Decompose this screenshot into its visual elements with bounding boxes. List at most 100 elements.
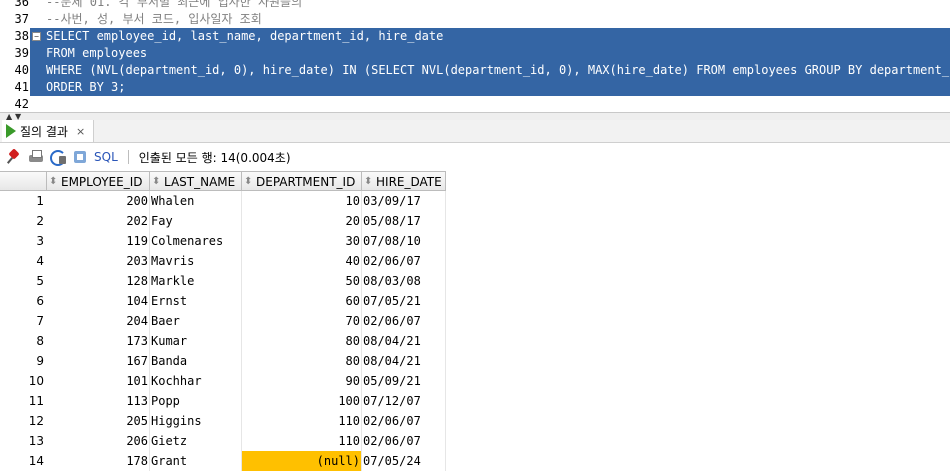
table-row[interactable]: 7 204 Baer 70 02/06/07 [0,311,950,331]
cell-hire-date[interactable]: 07/12/07 [362,391,445,411]
cell-employee-id[interactable]: 202 [46,211,149,231]
table-row[interactable]: 10 101 Kochhar 90 05/09/21 [0,371,950,391]
row-number: 6 [0,291,44,311]
row-number: 8 [0,331,44,351]
line-number: 41 [14,80,29,94]
cell-department-id[interactable]: 80 [242,351,361,371]
code-line[interactable]: 36 --문제 01. 각 부서별 최근에 입사한 사원들의 [0,0,950,11]
code-line[interactable]: 39 FROM employees [0,45,950,62]
cell-hire-date[interactable]: 05/09/21 [362,371,445,391]
table-row[interactable]: 13 206 Gietz 110 02/06/07 [0,431,950,451]
cell-department-id[interactable]: 100 [242,391,361,411]
splitter-down-arrow-icon[interactable]: ▼ [15,113,21,121]
close-icon[interactable]: × [76,125,85,138]
code-line[interactable]: 40 WHERE (NVL(department_id, 0), hire_dat… [0,62,950,79]
cell-department-id[interactable]: (null) [242,451,361,471]
table-row[interactable]: 12 205 Higgins 110 02/06/07 [0,411,950,431]
cell-employee-id[interactable]: 101 [46,371,149,391]
cell-employee-id[interactable]: 200 [46,191,149,211]
results-tab-bar: 질의 결과 × [0,120,950,143]
cell-last-name[interactable]: Grant [150,451,242,471]
cell-hire-date[interactable]: 05/08/17 [362,211,445,231]
cell-employee-id[interactable]: 113 [46,391,149,411]
cell-employee-id[interactable]: 206 [46,431,149,451]
table-row[interactable]: 8 173 Kumar 80 08/04/21 [0,331,950,351]
cell-last-name[interactable]: Ernst [150,291,242,311]
cell-hire-date[interactable]: 08/03/08 [362,271,445,291]
cell-employee-id[interactable]: 203 [46,251,149,271]
cell-last-name[interactable]: Banda [150,351,242,371]
table-row[interactable]: 3 119 Colmenares 30 07/08/10 [0,231,950,251]
cell-employee-id[interactable]: 173 [46,331,149,351]
cell-last-name[interactable]: Fay [150,211,242,231]
table-row[interactable]: 2 202 Fay 20 05/08/17 [0,211,950,231]
table-row[interactable]: 6 104 Ernst 60 07/05/21 [0,291,950,311]
table-row[interactable]: 9 167 Banda 80 08/04/21 [0,351,950,371]
cell-hire-date[interactable]: 02/06/07 [362,311,445,331]
cell-hire-date[interactable]: 07/05/24 [362,451,445,471]
cell-last-name[interactable]: Baer [150,311,242,331]
table-row[interactable]: 1 200 Whalen 10 03/09/17 [0,191,950,211]
cell-last-name[interactable]: Gietz [150,431,242,451]
cell-department-id[interactable]: 20 [242,211,361,231]
cell-last-name[interactable]: Kochhar [150,371,242,391]
code-line[interactable]: 42 [0,96,950,113]
splitter-up-arrow-icon[interactable]: ▲ [6,113,12,121]
column-header-hire-date[interactable]: HIRE_DATE [362,171,446,192]
cell-department-id[interactable]: 40 [242,251,361,271]
row-number: 4 [0,251,44,271]
cell-department-id[interactable]: 10 [242,191,361,211]
cell-hire-date[interactable]: 02/06/07 [362,251,445,271]
column-header-employee-id[interactable]: EMPLOYEE_ID [46,171,150,192]
code-line[interactable]: 37 --사번, 성, 부서 코드, 입사일자 조회 [0,11,950,28]
cell-hire-date[interactable]: 02/06/07 [362,431,445,451]
cell-last-name[interactable]: Whalen [150,191,242,211]
sql-editor[interactable]: 36 --문제 01. 각 부서별 최근에 입사한 사원들의 37 --사번, 성, … [0,0,950,113]
pin-icon[interactable] [6,149,22,165]
cell-last-name[interactable]: Kumar [150,331,242,351]
cell-employee-id[interactable]: 119 [46,231,149,251]
table-row[interactable]: 14 178 Grant (null) 07/05/24 [0,451,950,471]
cell-last-name[interactable]: Higgins [150,411,242,431]
export-icon[interactable] [72,149,88,165]
table-row[interactable]: 4 203 Mavris 40 02/06/07 [0,251,950,271]
fold-toggle-icon[interactable]: − [32,32,41,41]
cell-department-id[interactable]: 30 [242,231,361,251]
cell-department-id[interactable]: 90 [242,371,361,391]
code-text: ORDER BY 3; [46,80,126,94]
cell-employee-id[interactable]: 205 [46,411,149,431]
cell-employee-id[interactable]: 167 [46,351,149,371]
cell-department-id[interactable]: 80 [242,331,361,351]
print-icon[interactable] [28,149,44,165]
cell-department-id[interactable]: 110 [242,411,361,431]
cell-hire-date[interactable]: 02/06/07 [362,411,445,431]
tab-query-result[interactable]: 질의 결과 × [2,120,95,142]
column-header-department-id[interactable]: DEPARTMENT_ID [242,171,362,192]
results-grid[interactable]: EMPLOYEE_ID LAST_NAME DEPARTMENT_ID HIRE… [0,171,950,471]
panel-splitter[interactable]: ▲ ▼ [0,113,950,121]
cell-last-name[interactable]: Markle [150,271,242,291]
cell-hire-date[interactable]: 03/09/17 [362,191,445,211]
cell-department-id[interactable]: 110 [242,431,361,451]
cell-last-name[interactable]: Mavris [150,251,242,271]
column-header-last-name[interactable]: LAST_NAME [150,171,242,192]
cell-hire-date[interactable]: 08/04/21 [362,351,445,371]
cell-employee-id[interactable]: 204 [46,311,149,331]
cell-last-name[interactable]: Colmenares [150,231,242,251]
cell-department-id[interactable]: 70 [242,311,361,331]
refresh-icon[interactable] [50,149,66,166]
cell-last-name[interactable]: Popp [150,391,242,411]
cell-department-id[interactable]: 50 [242,271,361,291]
cell-hire-date[interactable]: 07/05/21 [362,291,445,311]
table-row[interactable]: 5 128 Markle 50 08/03/08 [0,271,950,291]
cell-department-id[interactable]: 60 [242,291,361,311]
code-line[interactable]: 41 ORDER BY 3; [0,79,950,96]
cell-hire-date[interactable]: 08/04/21 [362,331,445,351]
cell-hire-date[interactable]: 07/08/10 [362,231,445,251]
cell-employee-id[interactable]: 128 [46,271,149,291]
cell-employee-id[interactable]: 178 [46,451,149,471]
code-line[interactable]: 38− SELECT employee_id, last_name, depart… [0,28,950,45]
table-row[interactable]: 11 113 Popp 100 07/12/07 [0,391,950,411]
cell-employee-id[interactable]: 104 [46,291,149,311]
sql-button[interactable]: SQL [94,150,118,164]
